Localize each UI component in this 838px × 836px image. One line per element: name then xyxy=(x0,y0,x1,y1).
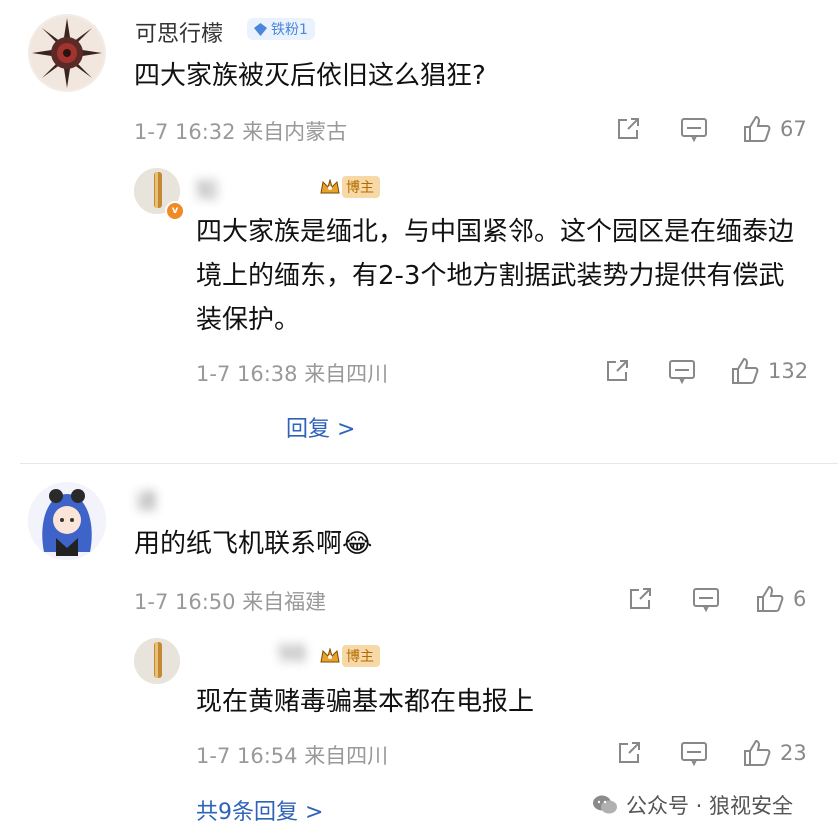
comment-time: 1-7 16:50 xyxy=(134,590,236,614)
comment-text[interactable]: 四大家族被灭后依旧这么猖狂? xyxy=(134,54,486,98)
avatar-image-icon xyxy=(134,638,180,684)
view-replies-link[interactable]: 回复 > xyxy=(286,411,355,443)
thumbs-up-icon xyxy=(744,115,771,142)
fan-badge-label: 铁粉1 xyxy=(271,22,308,38)
host-badge: 博主 xyxy=(320,176,380,198)
comment-meta: 1-7 16:50 来自福建 xyxy=(134,586,326,616)
reply-time: 1-7 16:54 xyxy=(196,744,298,768)
verified-icon: v xyxy=(165,201,185,221)
share-icon xyxy=(607,360,628,381)
comment-body: 用的纸飞机联系啊 xyxy=(134,529,343,559)
avatar[interactable] xyxy=(134,638,180,684)
laughing-emoji-icon: 😂 xyxy=(342,529,373,559)
comment-time: 1-7 16:32 xyxy=(134,120,236,144)
fan-badge: 铁粉1 xyxy=(247,18,315,40)
reply-button[interactable] xyxy=(668,358,696,384)
comment-location: 来自内蒙古 xyxy=(242,120,348,144)
reply-username[interactable]: 98 xyxy=(278,642,306,667)
reply-username[interactable]: 知 xyxy=(196,173,218,205)
reply-time: 1-7 16:38 xyxy=(196,362,298,386)
crown-icon xyxy=(320,648,340,663)
like-button[interactable]: 67 xyxy=(742,114,807,144)
avatar[interactable] xyxy=(28,482,106,560)
comment-icon xyxy=(681,118,707,142)
reply-meta: 1-7 16:38 来自四川 xyxy=(196,358,388,388)
like-button[interactable]: 6 xyxy=(755,584,806,614)
like-count: 6 xyxy=(793,587,807,611)
avatar[interactable] xyxy=(28,14,106,92)
crown-icon xyxy=(320,179,340,194)
mandala-avatar-icon xyxy=(30,16,104,90)
reply-button[interactable] xyxy=(680,740,708,766)
like-button[interactable]: 23 xyxy=(742,738,807,768)
comment-icon xyxy=(693,588,719,612)
watermark: 公众号 · 狼视安全 xyxy=(592,790,793,820)
comment-location: 来自福建 xyxy=(242,590,327,614)
like-count: 132 xyxy=(768,359,809,383)
thumbs-up-icon xyxy=(744,739,771,766)
reply-text[interactable]: 现在黄赌毒骗基本都在电报上 xyxy=(196,680,534,724)
share-button[interactable] xyxy=(627,586,653,612)
comment-username[interactable]: 可思行檬 xyxy=(135,16,223,48)
reply-text[interactable]: 四大家族是缅北，与中国紧邻。这个园区是在缅泰边境上的缅东，有2-3个地方割据武装… xyxy=(196,210,806,342)
anime-avatar-icon xyxy=(28,482,106,560)
watermark-text: 公众号 · 狼视安全 xyxy=(626,794,794,818)
reply-location: 来自四川 xyxy=(304,362,389,386)
like-count: 23 xyxy=(780,741,807,765)
thumbs-up-icon xyxy=(757,585,784,612)
reply-button[interactable] xyxy=(692,586,720,612)
view-all-replies-link[interactable]: 共9条回复 > xyxy=(196,794,323,826)
comment-icon xyxy=(681,742,707,766)
host-badge-label: 博主 xyxy=(342,645,380,667)
share-icon xyxy=(618,118,639,139)
thumbs-up-icon xyxy=(732,357,759,384)
share-button[interactable] xyxy=(604,358,630,384)
divider xyxy=(20,463,838,464)
comment-username[interactable]: 请 xyxy=(135,484,157,516)
diamond-icon xyxy=(254,22,267,36)
wechat-icon xyxy=(593,795,617,814)
like-button[interactable]: 132 xyxy=(730,356,808,386)
reply-meta: 1-7 16:54 来自四川 xyxy=(196,740,388,770)
like-count: 67 xyxy=(780,117,807,141)
reply-button[interactable] xyxy=(680,116,708,142)
comment-text[interactable]: 用的纸飞机联系啊😂 xyxy=(134,522,372,566)
share-button[interactable] xyxy=(615,116,641,142)
share-icon xyxy=(619,742,640,763)
comment-icon xyxy=(669,360,695,384)
share-button[interactable] xyxy=(616,740,642,766)
host-badge: 博主 xyxy=(320,645,380,667)
share-icon xyxy=(630,588,651,609)
comment-meta: 1-7 16:32 来自内蒙古 xyxy=(134,116,347,146)
host-badge-label: 博主 xyxy=(342,176,380,198)
reply-location: 来自四川 xyxy=(304,744,389,768)
